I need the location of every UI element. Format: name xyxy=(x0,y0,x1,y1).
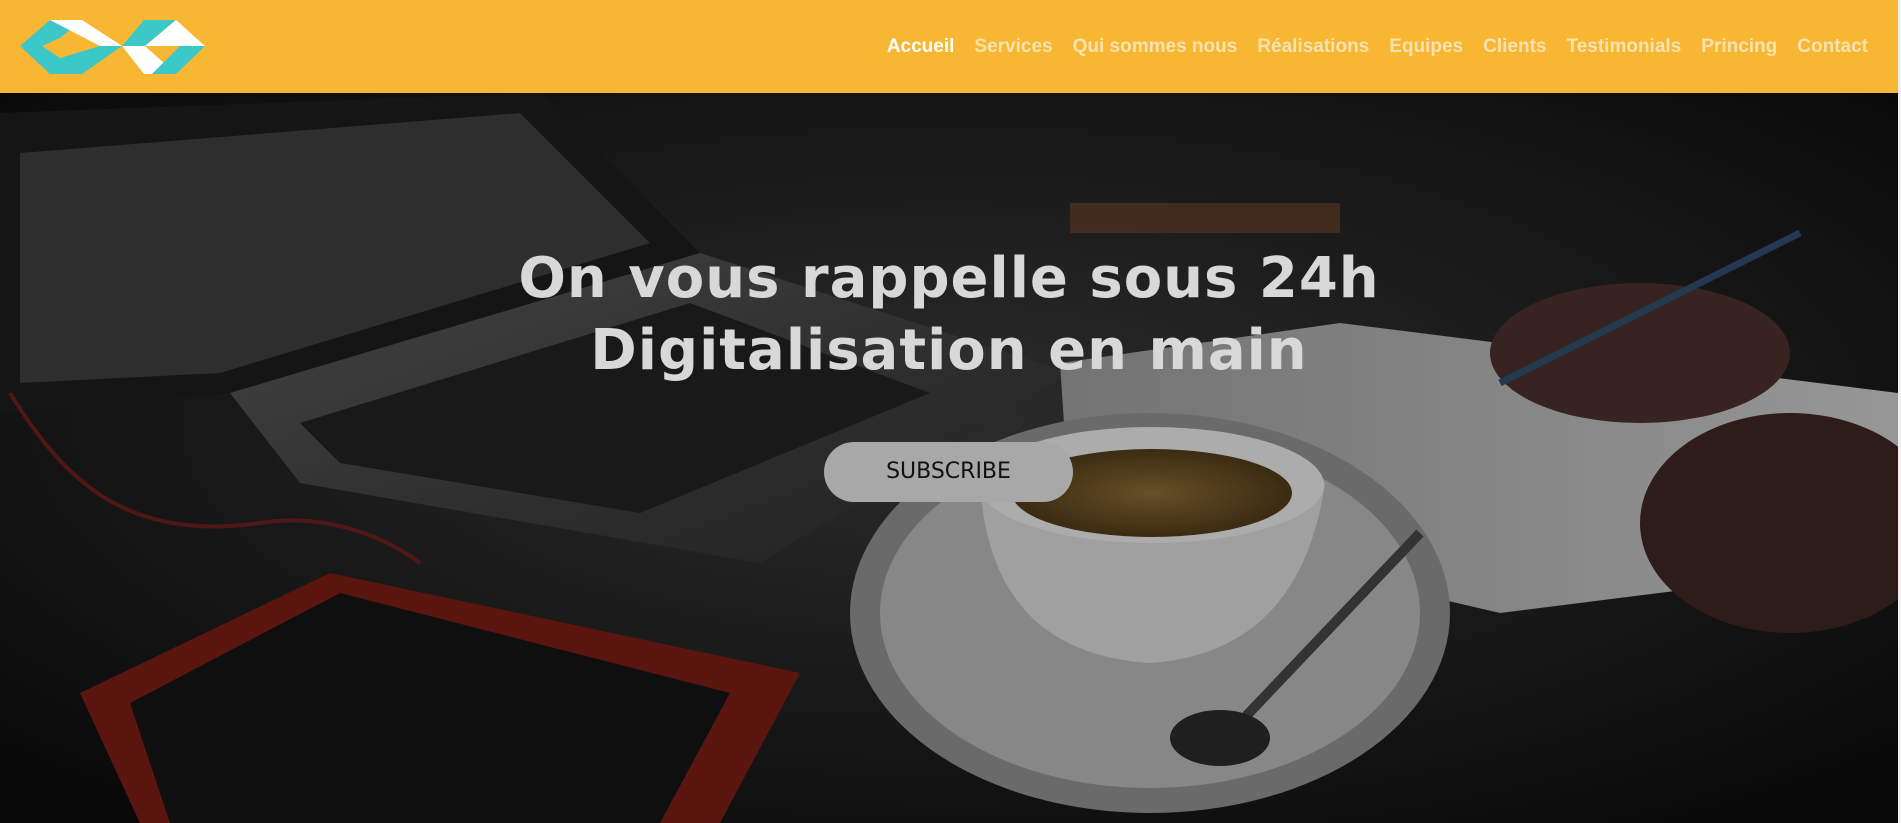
nav-link-accueil[interactable]: Accueil xyxy=(887,36,955,58)
nav-menu: Accueil Services Qui sommes nous Réalisa… xyxy=(867,0,1868,93)
infinity-logo-icon[interactable] xyxy=(20,16,205,76)
nav-link-pricing[interactable]: Princing xyxy=(1701,36,1777,58)
nav-link-contact[interactable]: Contact xyxy=(1797,36,1868,58)
hero-title: On vous rappelle sous 24h Digitalisation… xyxy=(0,243,1898,387)
nav-link-equipes[interactable]: Equipes xyxy=(1389,36,1463,58)
page: On vous rappelle sous 24h Digitalisation… xyxy=(0,0,1901,823)
hero-title-line-2: Digitalisation en main xyxy=(590,318,1308,383)
nav-link-testimonials[interactable]: Testimonials xyxy=(1567,36,1682,58)
hero-title-line-1: On vous rappelle sous 24h xyxy=(518,246,1380,311)
nav-link-services[interactable]: Services xyxy=(974,36,1052,58)
hero-section: On vous rappelle sous 24h Digitalisation… xyxy=(0,93,1898,823)
nav-link-clients[interactable]: Clients xyxy=(1483,36,1546,58)
nav-link-realisations[interactable]: Réalisations xyxy=(1257,36,1369,58)
nav-link-qui-sommes-nous[interactable]: Qui sommes nous xyxy=(1073,36,1238,58)
top-navbar: Accueil Services Qui sommes nous Réalisa… xyxy=(0,0,1898,93)
subscribe-button[interactable]: SUBSCRIBE xyxy=(824,442,1073,502)
